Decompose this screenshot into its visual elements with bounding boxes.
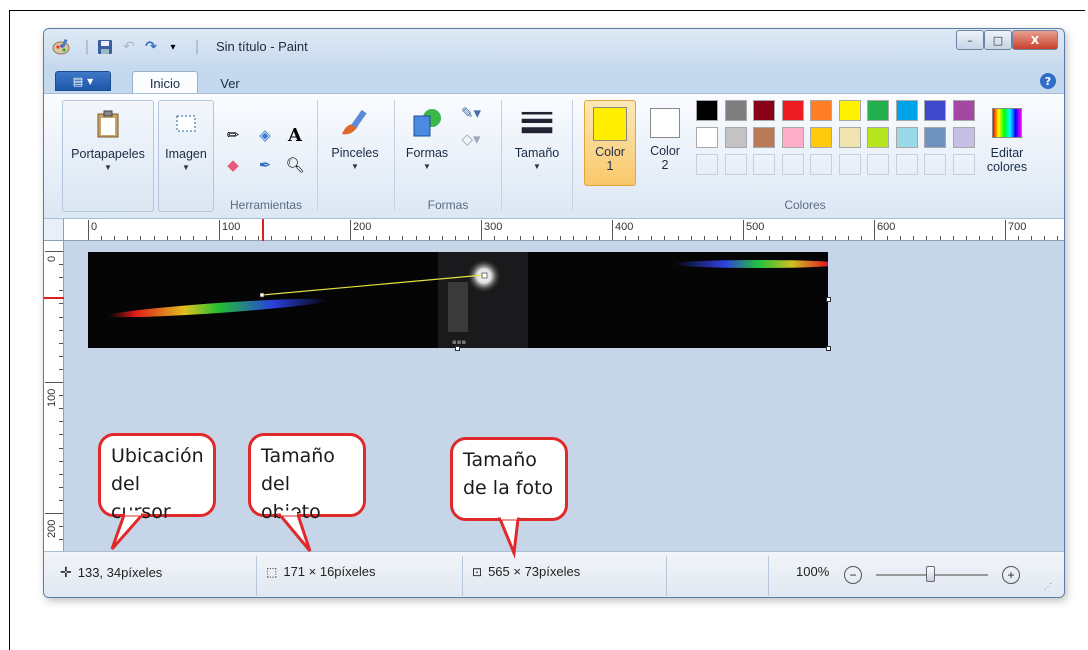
callout-pointers [110, 510, 520, 559]
paint-window: | ↶ ↷ ▾ | Sin título - Paint – □ X ▤ ▼ In… [43, 28, 1065, 598]
